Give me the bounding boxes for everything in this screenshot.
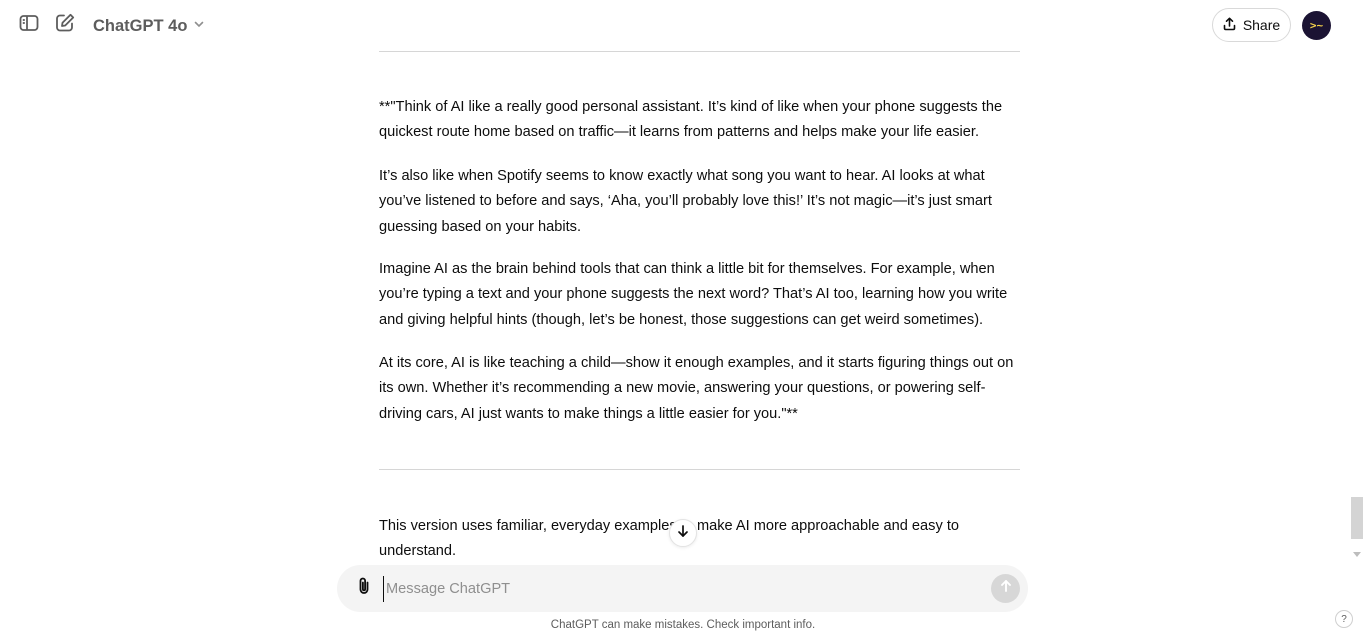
model-name: ChatGPT 4o [93, 16, 188, 35]
avatar[interactable]: >~ [1302, 11, 1331, 40]
scrollbar-thumb[interactable] [1351, 497, 1363, 539]
message-paragraph: At its core, AI is like teaching a child… [379, 355, 1014, 422]
paperclip-icon [355, 576, 373, 601]
message-input[interactable] [383, 576, 973, 602]
message-composer [337, 565, 1028, 612]
share-label: Share [1242, 17, 1281, 33]
message-paragraph: Imagine AI as the brain behind tools tha… [379, 261, 1008, 328]
arrow-down-icon [676, 524, 690, 543]
message-paragraph: This version uses familiar, everyday exa… [379, 518, 959, 560]
help-button[interactable]: ? [1335, 610, 1353, 628]
edit-icon [54, 12, 76, 39]
message-paragraph: It’s also like when Spotify seems to kno… [379, 168, 992, 235]
divider [379, 469, 1020, 470]
message-paragraph: **"Think of AI like a really good person… [379, 99, 1003, 141]
attach-button[interactable] [351, 575, 377, 601]
model-selector[interactable]: ChatGPT 4o [93, 14, 205, 38]
scroll-to-bottom-button[interactable] [669, 519, 697, 547]
new-chat-button[interactable] [51, 11, 79, 39]
send-button[interactable] [991, 574, 1020, 603]
divider [379, 51, 1020, 52]
sidebar-toggle-button[interactable] [15, 11, 43, 39]
top-bar: ChatGPT 4o Share >~ [0, 0, 1366, 52]
arrow-up-icon [999, 579, 1013, 598]
scrollbar-down-arrow[interactable] [1352, 550, 1362, 558]
chevron-down-icon [193, 17, 205, 35]
share-button[interactable]: Share [1212, 8, 1291, 42]
sidebar-icon [18, 12, 40, 39]
upload-icon [1223, 17, 1236, 34]
disclaimer: ChatGPT can make mistakes. Check importa… [550, 619, 816, 631]
